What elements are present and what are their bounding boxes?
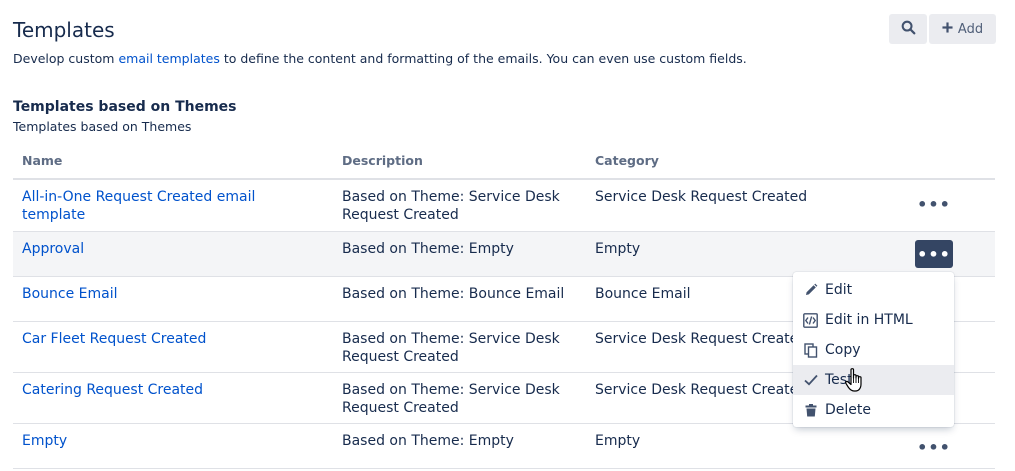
template-name-link[interactable]: All-in-One Request Created email templat… xyxy=(22,189,255,223)
row-name-cell: Bounce Email xyxy=(22,285,322,303)
pencil-icon xyxy=(803,283,818,298)
intro-text-after: to define the content and formatting of … xyxy=(219,51,747,66)
column-header-description: Description xyxy=(342,153,423,168)
table-row: All-in-One Request Created email templat… xyxy=(13,180,995,232)
menu-item-test[interactable]: Test xyxy=(793,365,954,395)
table-row: Empty Based on Theme: Empty Empty ••• xyxy=(13,424,995,469)
add-button-label: Add xyxy=(957,21,984,37)
copy-icon xyxy=(803,342,818,358)
intro-text-before: Develop custom xyxy=(13,51,119,66)
page-title: Templates xyxy=(13,18,115,42)
row-description: Based on Theme: Service Desk Request Cre… xyxy=(342,382,560,416)
row-description: Based on Theme: Service Desk Request Cre… xyxy=(342,331,560,365)
menu-item-label: Test xyxy=(825,372,853,388)
plus-icon xyxy=(942,21,953,37)
template-name-link[interactable]: Empty xyxy=(22,433,67,449)
menu-item-edit-html[interactable]: Edit in HTML xyxy=(793,305,954,335)
row-category: Service Desk Request Created xyxy=(595,189,808,205)
check-icon xyxy=(803,373,818,388)
row-description: Based on Theme: Empty xyxy=(342,433,514,449)
row-actions-button-active[interactable]: ••• xyxy=(915,240,953,268)
row-description: Based on Theme: Service Desk Request Cre… xyxy=(342,189,560,223)
menu-item-label: Delete xyxy=(825,402,871,418)
section-title: Templates based on Themes xyxy=(13,99,237,115)
menu-item-edit[interactable]: Edit xyxy=(793,275,954,305)
section-subtitle: Templates based on Themes xyxy=(13,119,192,134)
trash-icon xyxy=(803,403,818,418)
row-name-cell: Car Fleet Request Created xyxy=(22,330,322,348)
row-name-cell: Approval xyxy=(22,240,322,258)
row-name-cell: Empty xyxy=(22,432,322,450)
column-header-name: Name xyxy=(22,153,63,168)
table-header: Name Description Category xyxy=(13,145,995,180)
column-header-category: Category xyxy=(595,153,659,168)
email-templates-link[interactable]: email templates xyxy=(118,51,219,66)
template-name-link[interactable]: Approval xyxy=(22,241,84,257)
intro-text: Develop custom email templates to define… xyxy=(13,50,747,68)
code-icon xyxy=(803,312,818,328)
row-category: Empty xyxy=(595,433,641,449)
row-name-cell: Catering Request Created xyxy=(22,381,322,399)
template-name-link[interactable]: Bounce Email xyxy=(22,286,118,302)
row-category: Empty xyxy=(595,241,641,257)
row-description: Based on Theme: Empty xyxy=(342,241,514,257)
menu-item-label: Edit xyxy=(825,282,853,298)
search-button[interactable] xyxy=(889,14,927,44)
menu-item-delete[interactable]: Delete xyxy=(793,395,954,425)
row-description: Based on Theme: Bounce Email xyxy=(342,286,565,302)
toolbar: Add xyxy=(889,14,996,44)
add-button[interactable]: Add xyxy=(929,14,996,44)
row-actions-button[interactable]: ••• xyxy=(915,190,953,218)
row-actions-menu: Edit Edit in HTML Copy Test Delete xyxy=(793,272,954,427)
table-row: Approval Based on Theme: Empty Empty ••• xyxy=(13,232,995,277)
menu-item-label: Edit in HTML xyxy=(825,312,913,328)
search-icon xyxy=(901,20,916,39)
template-name-link[interactable]: Catering Request Created xyxy=(22,382,203,398)
menu-item-label: Copy xyxy=(825,342,861,358)
menu-item-copy[interactable]: Copy xyxy=(793,335,954,365)
row-name-cell: All-in-One Request Created email templat… xyxy=(22,188,322,224)
row-actions-button[interactable]: ••• xyxy=(915,433,953,461)
template-name-link[interactable]: Car Fleet Request Created xyxy=(22,331,206,347)
